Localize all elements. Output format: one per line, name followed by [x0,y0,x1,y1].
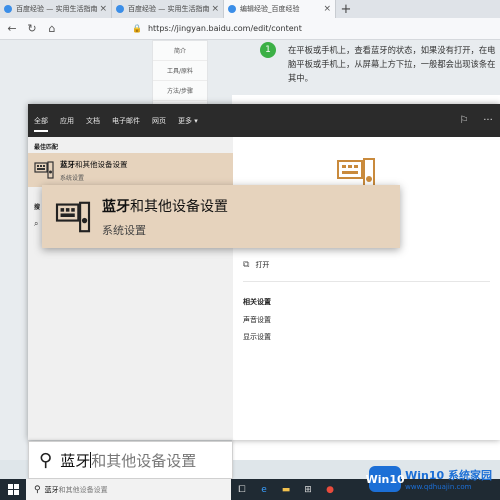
related-settings-heading: 相关设置 [243,298,271,306]
callout-name-rest: 和其他设备设置 [130,198,228,215]
more-options-icon[interactable]: ··· [476,115,500,126]
refresh-icon[interactable]: ↻ [24,21,40,37]
filter-email[interactable]: 电子邮件 [106,104,146,137]
search-query: 蓝牙和其他设备设置 [60,450,196,471]
tab-close-icon[interactable]: × [211,4,219,14]
browser-tab-3[interactable]: 编辑经验_百度经验 × [224,0,336,18]
store-icon[interactable]: ⊞ [297,479,319,500]
search-icon: ⚲ [34,484,41,495]
related-display-settings[interactable]: 显示设置 [243,332,271,342]
browser-tab-bar: 百度经验 — 实用生活指南 × 百度经验 — 实用生活指南 × 编辑经验_百度经… [0,0,500,18]
app-icon[interactable]: ● [319,479,341,500]
taskbar-search-box[interactable]: ⚲ 蓝牙 和其他设备设置 [26,479,231,500]
home-icon[interactable]: ⌂ [44,21,60,37]
edge-icon[interactable]: e [253,479,275,500]
back-arrow-icon[interactable]: ← [4,21,20,37]
file-explorer-icon[interactable]: ▬ [275,479,297,500]
callout-subtitle: 系统设置 [102,223,146,237]
lock-icon: 🔒 [132,24,142,33]
tab-favicon-icon [228,5,236,13]
watermark-title: Win10 系统家园 [405,469,492,482]
result-name-rest: 和其他设备设置 [75,159,128,169]
url-field[interactable]: https://jingyan.baidu.com/edit/content [148,24,302,33]
filter-all[interactable]: 全部 [28,104,54,137]
open-action[interactable]: ⧉ 打开 [243,260,269,270]
tab-label: 百度经验 — 实用生活指南 [16,5,98,13]
bluetooth-devices-icon [55,201,91,232]
watermark-url: www.qdhuajin.com [405,483,472,491]
filter-more[interactable]: 更多 ▾ [172,104,204,137]
browser-tab-1[interactable]: 百度经验 — 实用生活指南 × [0,0,112,18]
feedback-icon[interactable]: ⚐ [452,115,476,126]
search-query-typed: 蓝牙 [60,451,91,470]
web-search-icon[interactable]: ⌕ [34,219,38,229]
web-results-heading: 搜 [34,204,41,211]
address-bar: ← ↻ ⌂ 🔒 https://jingyan.baidu.com/edit/c… [0,18,500,40]
tab-label: 编辑经验_百度经验 [240,5,300,13]
windows-logo-icon [7,484,19,495]
search-query-suggestion: 和其他设备设置 [91,451,197,470]
search-filter-bar: 全部 应用 文档 电子邮件 网页 更多 ▾ ⚐ ··· [28,104,500,137]
result-name: 蓝牙和其他设备设置 [60,159,128,170]
taskbar-query-typed: 蓝牙 [44,485,59,494]
divider [243,281,490,282]
open-label: 打开 [255,261,270,269]
callout-name: 蓝牙和其他设备设置 [102,196,228,216]
task-view-icon[interactable]: ⧠ [231,479,253,500]
tab-close-icon[interactable]: × [323,4,331,14]
best-match-result[interactable]: 蓝牙和其他设备设置 系统设置 [28,153,233,187]
nav-item-steps[interactable]: 方法/步骤 [153,81,207,101]
callout-name-match: 蓝牙 [102,198,130,215]
windows-search-panel: 全部 应用 文档 电子邮件 网页 更多 ▾ ⚐ ··· 最佳匹配 蓝牙和其他设备… [28,104,500,440]
tab-favicon-icon [116,5,124,13]
best-match-zoom-callout[interactable]: 蓝牙和其他设备设置 系统设置 [42,185,400,248]
filter-web[interactable]: 网页 [146,104,172,137]
search-icon: ⚲ [39,449,53,471]
bluetooth-devices-icon [34,161,54,179]
taskbar-query-suggestion: 和其他设备设置 [58,485,108,494]
open-icon: ⧉ [243,260,250,270]
results-pane: 最佳匹配 蓝牙和其他设备设置 系统设置 搜 ⌕ [28,137,233,440]
tab-favicon-icon [4,5,12,13]
site-watermark: Win10 Win10 系统家园 www.qdhuajin.com [366,466,492,492]
start-button[interactable] [0,479,26,500]
related-sound-settings[interactable]: 声音设置 [243,315,271,325]
best-match-heading: 最佳匹配 [34,144,59,151]
search-input-zoomed[interactable]: ⚲ 蓝牙和其他设备设置 [28,441,233,479]
filter-apps[interactable]: 应用 [54,104,80,137]
filter-documents[interactable]: 文档 [80,104,106,137]
step-number-badge: 1 [260,42,276,58]
watermark-logo: Win10 [366,466,405,492]
result-detail-pane: 设置 ⧉ 打开 相关设置 声音设置 显示设置 [233,137,500,440]
nav-item-tools[interactable]: 工具/原料 [153,61,207,81]
nav-item-intro[interactable]: 简介 [153,41,207,61]
result-name-match: 蓝牙 [60,159,75,169]
tab-label: 百度经验 — 实用生活指南 [128,5,210,13]
browser-tab-2[interactable]: 百度经验 — 实用生活指南 × [112,0,224,18]
result-subtitle: 系统设置 [60,174,85,182]
tab-close-icon[interactable]: × [99,4,107,14]
new-tab-button[interactable]: + [336,0,356,18]
step-text: 在平板或手机上，查看蓝牙的状态，如果没有打开，在电脑平板或手机上，从屏幕上方下拉… [288,45,496,83]
article-side-nav: 简介 工具/原料 方法/步骤 [152,40,208,110]
